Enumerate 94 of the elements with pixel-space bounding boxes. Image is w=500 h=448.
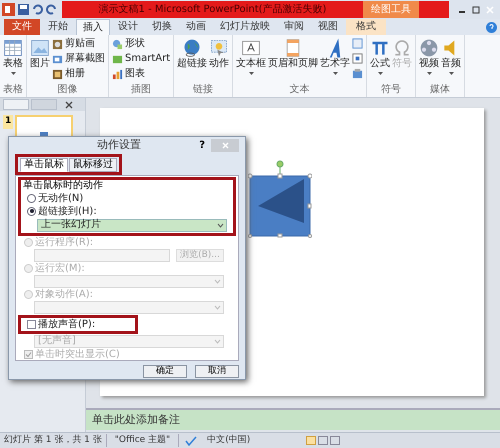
dropdown-arrow-icon (378, 72, 383, 75)
ribbon-group-label: 链接 (192, 84, 214, 97)
radio-button[interactable] (27, 206, 36, 216)
dialog-tab[interactable]: 单击鼠标 (20, 158, 68, 172)
ribbon-button[interactable]: 视频 (419, 38, 440, 75)
dialog-button[interactable]: 确定 (143, 364, 187, 378)
date-time-icon[interactable] (352, 53, 364, 64)
checkbox-label[interactable]: 播放声音(P): (38, 318, 96, 330)
ribbon-group-label: 插图 (130, 84, 152, 97)
slide-number-icon[interactable] (352, 38, 364, 49)
ribbon-tab[interactable]: 格式 (346, 19, 386, 35)
smartart-icon (112, 54, 123, 64)
help-button[interactable]: ? (193, 138, 211, 153)
ribbon-group-label: 媒体 (429, 84, 452, 97)
redo-icon[interactable] (46, 4, 57, 15)
ribbon-tab[interactable]: 审阅 (278, 19, 310, 35)
ribbon-tab[interactable]: 视图 (312, 19, 344, 35)
checkbox[interactable] (27, 320, 36, 328)
ribbon-tab[interactable]: 幻灯片放映 (214, 19, 276, 35)
ribbon-button[interactable]: 动作 (209, 38, 230, 70)
dropdown-value: 上一张幻灯片 (40, 219, 102, 231)
globe-icon (182, 38, 202, 58)
window-title: 演示文稿1 - Microsoft PowerPoint(产品激活失败) (98, 2, 328, 17)
dropdown-arrow-icon (248, 72, 254, 75)
ribbon-small-button[interactable]: 相册 (52, 68, 105, 80)
radio-label[interactable]: 超链接到(H): (38, 206, 97, 216)
group-label: 单击鼠标时的动作 (22, 180, 104, 190)
ribbon-button[interactable]: 图片 (30, 38, 50, 70)
dropdown-arrow-icon (426, 72, 432, 75)
table-icon (3, 38, 23, 58)
ribbon-button[interactable]: 公式 (370, 38, 390, 75)
context-tab-group: 绘图工具 (363, 1, 419, 18)
photo-album-icon (52, 68, 63, 80)
ribbon-button[interactable]: 超链接 (177, 38, 208, 70)
notes-placeholder: 单击此处添加备注 (92, 412, 180, 428)
chart-icon (112, 68, 123, 80)
ribbon-small-button[interactable]: SmartArt (112, 53, 170, 65)
normal-view-icon[interactable] (306, 436, 316, 445)
slides-tab[interactable] (3, 99, 29, 110)
dropdown-field[interactable]: 上一张幻灯片 (37, 218, 227, 232)
radio-label[interactable]: 无动作(N) (38, 192, 84, 204)
close-icon[interactable] (65, 100, 73, 108)
close-button[interactable] (211, 138, 239, 152)
screenshot-icon (52, 54, 63, 64)
picture-icon (30, 38, 50, 58)
ribbon-button[interactable]: 表格 (3, 38, 23, 75)
dialog-title: 动作设置 (96, 137, 142, 153)
back-action-button-drawing[interactable] (248, 160, 312, 238)
save-icon[interactable] (18, 4, 29, 15)
ribbon-tab[interactable]: 文件 (4, 19, 40, 35)
ribbon-tab[interactable]: 切换 (146, 19, 178, 35)
ribbon-button[interactable]: 文本框 (236, 38, 266, 75)
dialog-button[interactable]: 取消 (195, 364, 239, 378)
object-icon[interactable] (352, 68, 364, 79)
ribbon-small-button[interactable]: 屏幕截图 (52, 53, 105, 65)
ribbon-small-button[interactable]: 形状 (112, 38, 170, 50)
dropdown-value: [无声音] (37, 335, 77, 347)
action-icon (209, 38, 230, 58)
ribbon-small-button[interactable]: 图表 (112, 68, 170, 80)
app-logo-icon (2, 3, 15, 16)
ribbon-button[interactable]: 页眉和页脚 (268, 38, 318, 70)
word-art-icon (329, 38, 342, 58)
ribbon-group-label: 文本 (288, 84, 311, 97)
ribbon-small-button[interactable]: 剪贴画 (52, 38, 105, 50)
dropdown-arrow-icon (332, 72, 338, 75)
radio-button[interactable] (27, 194, 36, 202)
notes-area[interactable]: 单击此处添加备注 (86, 408, 500, 430)
ribbon-group-label: 表格 (3, 84, 23, 97)
ribbon-tab[interactable]: 开始 (42, 19, 74, 35)
ribbon-button[interactable]: 艺术字 (320, 38, 350, 75)
ribbon-tab[interactable]: 动画 (180, 19, 212, 35)
dropdown-arrow-icon (10, 72, 16, 75)
maximize-icon[interactable] (472, 6, 480, 14)
ribbon-button[interactable]: 音频 (441, 38, 462, 75)
ribbon-tab[interactable]: 设计 (112, 19, 144, 35)
clip-art-icon (52, 38, 63, 50)
reading-view-icon[interactable] (330, 436, 340, 445)
status-language: 中文(中国) (206, 434, 252, 447)
shapes-icon (112, 38, 123, 50)
film-reel-icon (419, 38, 440, 58)
dialog-tab[interactable]: 鼠标移过 (69, 158, 117, 172)
sorter-view-icon[interactable] (318, 436, 328, 445)
help-icon[interactable] (486, 22, 497, 33)
slide-number: 1 (3, 115, 14, 128)
undo-icon[interactable] (32, 4, 43, 15)
ribbon-group-label: 图像 (56, 84, 78, 97)
close-icon (222, 142, 228, 149)
status-slide-count: 幻灯片 第 1 张，共 1 张 (0, 434, 107, 448)
status-theme: "Office 主题" (106, 434, 180, 448)
spell-check-icon[interactable] (185, 436, 198, 446)
ribbon-group-label: 符号 (380, 84, 402, 97)
dropdown-arrow-icon (448, 72, 454, 75)
ribbon-tab[interactable]: 插入 (76, 19, 110, 35)
text-box-icon (241, 38, 262, 58)
